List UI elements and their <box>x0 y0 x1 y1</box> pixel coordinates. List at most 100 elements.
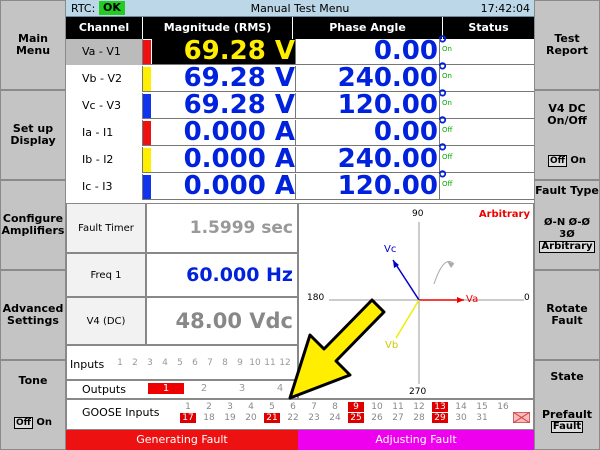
goose-input-indicator: 29 <box>432 413 448 423</box>
channel-color-bar <box>143 67 151 91</box>
magnitude-value[interactable]: 69.28 V <box>155 63 295 93</box>
status-value[interactable]: On <box>442 45 452 53</box>
phasor-axis-0: 0 <box>524 293 530 303</box>
page-title: Manual Test Menu <box>250 2 350 15</box>
goose-input-indicator: 12 <box>413 402 425 412</box>
channel-color-bar <box>143 94 151 118</box>
column-divider <box>295 174 296 200</box>
channel-name[interactable]: Ic - I3 <box>66 174 143 200</box>
tone-on-option: On <box>36 417 53 428</box>
status-value[interactable]: On <box>442 99 452 107</box>
phase-angle-value[interactable]: 240.00 <box>300 63 438 93</box>
v4dc-value-label: V4 (DC) <box>66 297 146 345</box>
goose-input-indicator: 30 <box>455 413 467 423</box>
prefault-label: Prefault <box>541 408 592 421</box>
fault-type-options: Ø-N Ø-Ø <box>543 217 591 228</box>
magnitude-value[interactable]: 69.28 V <box>155 36 295 66</box>
channel-color-bar <box>143 148 151 172</box>
status-value[interactable]: Off <box>442 180 452 188</box>
phasor-mode-label: Arbitrary <box>478 209 530 220</box>
input-indicator: 3 <box>147 358 153 368</box>
tone-toggle: Off On <box>13 417 53 429</box>
channel-row[interactable]: Vc - V3 69.28 V 120.00 ° On <box>66 87 534 120</box>
phasor-va-label: Va <box>466 294 479 305</box>
channel-name[interactable]: Vb - V2 <box>66 66 143 92</box>
top-bar: RTC: OK Manual Test Menu 17:42:04 <box>66 0 534 17</box>
test-report-button[interactable]: Test Report <box>534 0 600 90</box>
goose-input-indicator: 31 <box>476 413 488 423</box>
v4dc-label: V4 DC On/Off <box>547 102 587 127</box>
input-indicator: 9 <box>237 358 243 368</box>
channel-name[interactable]: Va - V1 <box>66 39 143 65</box>
phase-angle-value[interactable]: 0.00 <box>300 117 438 147</box>
v4dc-value[interactable]: 48.00 Vdc <box>146 297 298 345</box>
status-value[interactable]: Off <box>442 153 452 161</box>
setup-display-button[interactable]: Set up Display <box>0 90 66 180</box>
goose-label: GOOSE Inputs <box>82 406 160 419</box>
goose-input-indicator: 19 <box>224 413 236 423</box>
tone-button[interactable]: Tone Off On <box>0 360 66 450</box>
channel-row[interactable]: Va - V1 69.28 V 0.00 ° On <box>66 33 534 66</box>
input-indicator: 1 <box>117 358 123 368</box>
goose-input-indicator: 11 <box>392 402 404 412</box>
column-divider <box>295 120 296 146</box>
adjusting-fault-status: Adjusting Fault <box>298 430 534 450</box>
channel-name[interactable]: Ib - I2 <box>66 147 143 173</box>
configure-amplifiers-label: Configure Amplifiers <box>1 212 65 237</box>
goose-input-indicator: 2 <box>206 402 212 412</box>
phase-angle-value[interactable]: 0.00 <box>300 36 438 66</box>
goose-input-indicator: 23 <box>308 413 320 423</box>
channel-row[interactable]: Vb - V2 69.28 V 240.00 ° On <box>66 60 534 93</box>
channel-row[interactable]: Ic - I3 0.000 A 120.00 ° Off <box>66 168 534 201</box>
goose-input-indicator: 20 <box>245 413 257 423</box>
magnitude-value[interactable]: 0.000 A <box>155 144 295 174</box>
advanced-settings-button[interactable]: Advanced Settings <box>0 270 66 360</box>
rotate-fault-button[interactable]: Rotate Fault <box>534 270 600 360</box>
phase-angle-value[interactable]: 240.00 <box>300 144 438 174</box>
goose-clear-icon[interactable] <box>513 412 530 423</box>
input-indicator: 11 <box>264 358 276 368</box>
magnitude-value[interactable]: 0.000 A <box>155 117 295 147</box>
goose-input-indicator: 28 <box>413 413 425 423</box>
goose-input-indicator: 13 <box>432 402 448 412</box>
status-value[interactable]: Off <box>442 126 452 134</box>
goose-input-indicator: 16 <box>497 402 509 412</box>
main-menu-button[interactable]: Main Menu <box>0 0 66 90</box>
channel-row[interactable]: Ib - I2 0.000 A 240.00 ° Off <box>66 141 534 174</box>
phasor-axis-90: 90 <box>412 209 424 219</box>
v4dc-off-option: Off <box>547 155 567 167</box>
test-report-label: Test Report <box>545 32 589 57</box>
channel-color-bar <box>143 121 151 145</box>
goose-input-indicator: 26 <box>371 413 383 423</box>
input-indicator: 6 <box>192 358 198 368</box>
header-status: Status <box>443 17 534 39</box>
channel-name[interactable]: Ia - I1 <box>66 120 143 146</box>
channel-name[interactable]: Vc - V3 <box>66 93 143 119</box>
main-menu-label: Main Menu <box>15 32 51 57</box>
magnitude-value[interactable]: 69.28 V <box>155 90 295 120</box>
freq1-value[interactable]: 60.000 Hz <box>146 253 298 297</box>
magnitude-value[interactable]: 0.000 A <box>155 171 295 201</box>
outputs-label: Outputs <box>82 383 126 396</box>
inputs-label: Inputs <box>70 358 105 371</box>
v4dc-toggle: Off On <box>547 155 586 167</box>
phasor-va-arrow <box>457 297 464 303</box>
status-value[interactable]: On <box>442 72 452 80</box>
input-indicator: 8 <box>222 358 228 368</box>
state-button[interactable]: State Prefault Fault <box>534 360 600 450</box>
fault-type-button[interactable]: Fault Type Ø-N Ø-Ø 3Ø Arbitrary <box>534 180 600 270</box>
output-indicator: 3 <box>238 383 246 394</box>
configure-amplifiers-button[interactable]: Configure Amplifiers <box>0 180 66 270</box>
yellow-arrow-annotation <box>288 298 386 400</box>
phase-angle-value[interactable]: 120.00 <box>300 90 438 120</box>
input-indicator: 10 <box>249 358 261 368</box>
freq1-label: Freq 1 <box>66 253 146 297</box>
fault-timer-value[interactable]: 1.5999 sec <box>146 203 298 253</box>
column-divider <box>295 66 296 92</box>
output-indicator: 1 <box>148 383 184 394</box>
goose-input-indicator: 4 <box>248 402 254 412</box>
channel-row[interactable]: Ia - I1 0.000 A 0.00 ° Off <box>66 114 534 147</box>
column-divider <box>295 93 296 119</box>
v4dc-toggle-button[interactable]: V4 DC On/Off Off On <box>534 90 600 180</box>
phase-angle-value[interactable]: 120.00 <box>300 171 438 201</box>
